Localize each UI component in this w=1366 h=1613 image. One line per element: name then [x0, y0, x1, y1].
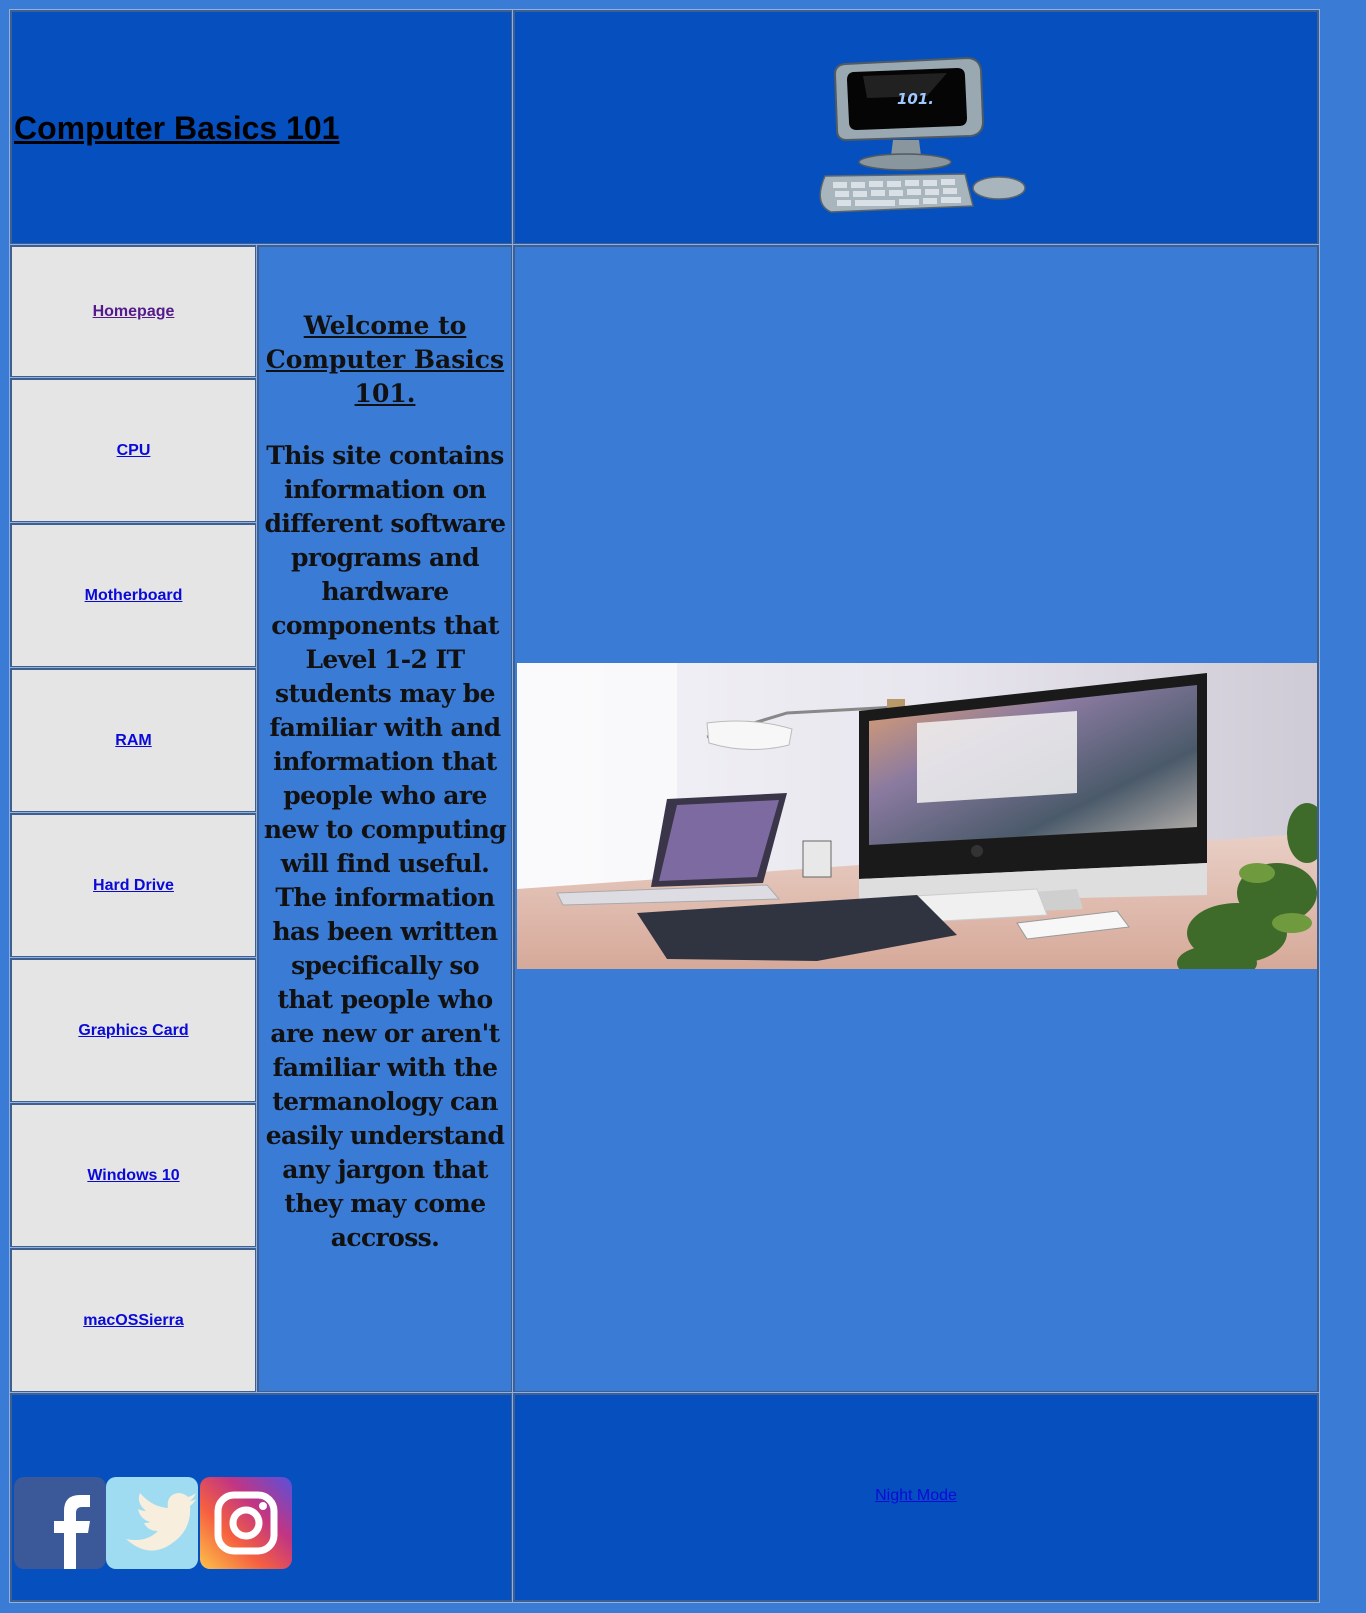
nav-cell-graphics-card: Graphics Card — [9, 957, 258, 1104]
nav-link-hard-drive[interactable]: Hard Drive — [93, 877, 174, 895]
intro-block: Welcome to Computer Basics 101. This sit… — [263, 309, 507, 1255]
site-title: Computer Basics 101 — [14, 110, 340, 146]
header-title-cell: Computer Basics 101 — [9, 9, 514, 246]
nav-cell-macossierra: macOSSierra — [9, 1247, 258, 1394]
nav-link-macossierra[interactable]: macOSSierra — [83, 1312, 184, 1330]
night-mode-link[interactable]: Night Mode — [515, 1487, 1317, 1505]
nav-cell-hard-drive: Hard Drive — [9, 812, 258, 959]
instagram-icon[interactable] — [200, 1477, 292, 1569]
header-logo-cell: 101. — [512, 9, 1320, 246]
nav-link-homepage[interactable]: Homepage — [93, 303, 175, 321]
nav-link-motherboard[interactable]: Motherboard — [85, 587, 183, 605]
computer-101-icon: 101. — [819, 56, 1026, 213]
nav-cell-homepage: Homepage — [9, 244, 258, 379]
welcome-heading: Welcome to Computer Basics 101. — [265, 311, 505, 408]
hero-cell — [512, 244, 1320, 1394]
svg-text:101.: 101. — [897, 90, 934, 108]
nav-cell-ram: RAM — [9, 667, 258, 814]
nav-link-ram[interactable]: RAM — [115, 732, 151, 750]
nav-link-graphics-card[interactable]: Graphics Card — [78, 1022, 188, 1040]
intro-paragraph: This site contains information on differ… — [263, 441, 507, 1252]
footer-night-mode-cell: Night Mode — [512, 1392, 1320, 1603]
nav-cell-windows-10: Windows 10 — [9, 1102, 258, 1249]
nav-link-cpu[interactable]: CPU — [117, 442, 151, 460]
twitter-icon[interactable] — [106, 1477, 198, 1569]
intro-cell: Welcome to Computer Basics 101. This sit… — [256, 244, 514, 1394]
facebook-icon[interactable] — [14, 1477, 106, 1569]
footer-social-cell — [9, 1392, 514, 1603]
nav-cell-motherboard: Motherboard — [9, 522, 258, 669]
nav-link-windows-10[interactable]: Windows 10 — [87, 1167, 179, 1185]
nav-cell-cpu: CPU — [9, 377, 258, 524]
desk-setup-photo — [517, 663, 1317, 969]
